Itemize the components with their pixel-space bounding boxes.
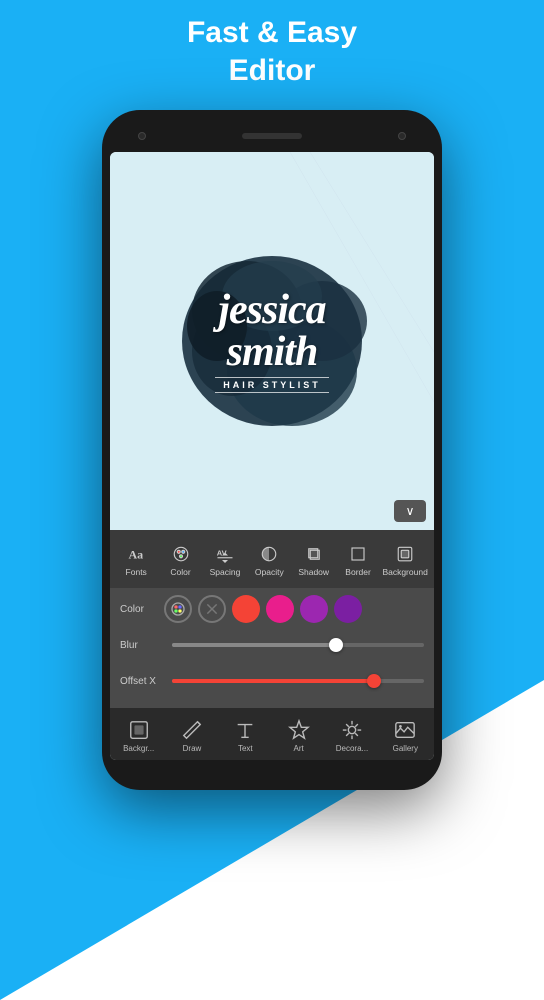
shadow-label: Shadow [298,567,329,577]
palette-icon [170,601,186,617]
phone-screen: jessica smith HAIR STYLIST ∨ Aa [110,152,434,760]
blur-prop-label: Blur [120,640,164,651]
spacing-label: Spacing [210,567,241,577]
properties-panel: Color [110,588,434,708]
opacity-icon [258,543,280,565]
tool-background[interactable]: Background [382,543,427,577]
nav-art-icon [287,718,311,742]
blur-slider-thumb[interactable] [329,638,343,652]
nav-gallery-icon [393,718,417,742]
phone-device: jessica smith HAIR STYLIST ∨ Aa [102,110,442,790]
color-prop-label: Color [120,604,164,615]
offsetx-prop-label: Offset X [120,676,164,687]
camera-right [398,132,406,140]
no-color-button[interactable] [198,595,226,623]
offsetx-slider[interactable] [172,679,424,683]
tool-color[interactable]: Color [161,543,201,577]
nav-background-label: Backgr... [123,744,154,753]
background-icon [394,543,416,565]
shadow-icon [303,543,325,565]
nav-gallery-label: Gallery [393,744,418,753]
nav-gallery[interactable]: Gallery [383,718,427,753]
nav-background[interactable]: Backgr... [117,718,161,753]
phone-top-bar [110,124,434,148]
svg-text:Aa: Aa [129,548,144,562]
color-swatches [164,595,362,623]
no-color-icon [205,602,219,616]
color-label: Color [170,567,190,577]
bottom-nav: Backgr... Draw [110,708,434,760]
background-label: Background [382,567,427,577]
canvas-name: jessica smith [215,289,329,373]
nav-decora-label: Decora... [336,744,368,753]
tool-fonts[interactable]: Aa Fonts [116,543,156,577]
nav-text[interactable]: Text [223,718,267,753]
blur-slider[interactable] [172,643,424,647]
canvas-text-group: jessica smith HAIR STYLIST [215,289,329,393]
offsetx-slider-thumb[interactable] [367,674,381,688]
fonts-icon: Aa [125,543,147,565]
border-icon [347,543,369,565]
swatch-purple2[interactable] [334,595,362,623]
nav-art[interactable]: Art [277,718,321,753]
header-section: Fast & Easy Editor [0,14,544,89]
toolbar-row: Aa Fonts Color [110,530,434,588]
swatch-red[interactable] [232,595,260,623]
nav-decora-icon [340,718,364,742]
tool-spacing[interactable]: AV Spacing [205,543,245,577]
opacity-label: Opacity [255,567,284,577]
tool-shadow[interactable]: Shadow [294,543,334,577]
offsetx-row: Offset X [120,666,424,696]
color-icon [170,543,192,565]
nav-draw[interactable]: Draw [170,718,214,753]
palette-button[interactable] [164,595,192,623]
nav-text-icon [233,718,257,742]
nav-text-label: Text [238,744,253,753]
phone-speaker [242,133,302,139]
tool-border[interactable]: Border [338,543,378,577]
spacing-icon: AV [214,543,236,565]
canvas-subtitle: HAIR STYLIST [215,377,329,393]
fonts-label: Fonts [126,567,147,577]
camera-left [138,132,146,140]
blur-slider-fill [172,643,336,647]
nav-decora[interactable]: Decora... [330,718,374,753]
swatch-pink[interactable] [266,595,294,623]
nav-art-label: Art [294,744,304,753]
color-row: Color [120,594,424,624]
canvas-area: jessica smith HAIR STYLIST ∨ [110,152,434,530]
nav-background-icon [127,718,151,742]
phone-frame: jessica smith HAIR STYLIST ∨ Aa [102,110,442,790]
chevron-button[interactable]: ∨ [394,500,426,522]
ink-blob: jessica smith HAIR STYLIST [172,241,372,441]
border-label: Border [345,567,371,577]
swatch-purple[interactable] [300,595,328,623]
tool-opacity[interactable]: Opacity [249,543,289,577]
nav-draw-icon [180,718,204,742]
nav-draw-label: Draw [183,744,202,753]
header-title: Fast & Easy Editor [0,14,544,89]
offsetx-slider-fill [172,679,374,683]
blur-row: Blur [120,630,424,660]
